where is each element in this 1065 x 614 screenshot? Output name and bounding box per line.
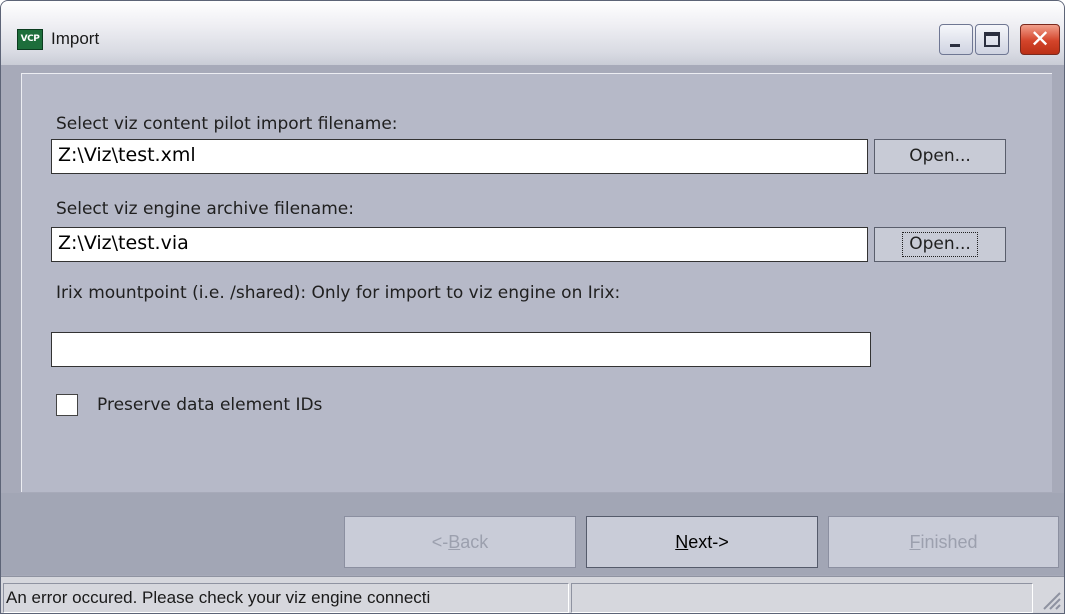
via-open-button[interactable]: Open... (874, 227, 1006, 262)
vcp-open-button[interactable]: Open... (874, 139, 1006, 174)
back-mnemonic: B (448, 532, 461, 552)
close-button[interactable]: ✕ (1020, 24, 1060, 55)
finished-mnemonic: F (909, 532, 921, 552)
status-message: An error occured. Please check your viz … (3, 583, 569, 613)
preserve-ids-checkbox[interactable] (56, 394, 78, 416)
import-window: VCP Import ✕ Select viz content pilot im… (0, 0, 1065, 614)
next-mnemonic: N (675, 532, 689, 552)
preserve-ids-label[interactable]: Preserve data element IDs (97, 395, 322, 415)
maximize-button[interactable] (975, 24, 1009, 55)
vcp-import-filename-input[interactable]: Z:\Viz\test.xml (51, 139, 868, 174)
next-button[interactable]: Next-> (586, 516, 818, 568)
maximize-icon (984, 32, 1000, 47)
back-prefix: <- (431, 532, 449, 552)
resize-grip-icon[interactable] (1036, 585, 1062, 611)
minimize-icon (950, 44, 960, 47)
via-open-button-label: Open... (902, 232, 978, 257)
via-archive-filename-input[interactable]: Z:\Viz\test.via (51, 227, 868, 262)
back-button[interactable]: <-Back (344, 516, 576, 568)
vcp-import-label: Select viz content pilot import filename… (56, 114, 398, 134)
irix-mountpoint-input[interactable] (51, 332, 871, 367)
vcp-open-button-label: Open... (909, 146, 971, 166)
status-secondary-pane (571, 583, 1033, 613)
back-rest: ack (460, 532, 489, 552)
next-rest: ext-> (688, 532, 729, 552)
window-title: Import (51, 29, 100, 48)
finished-button[interactable]: Finished (828, 516, 1059, 568)
finished-rest: inished (920, 532, 978, 552)
vcp-app-icon[interactable]: VCP (17, 29, 43, 50)
close-icon: ✕ (1029, 25, 1051, 53)
minimize-button[interactable] (939, 24, 973, 55)
via-archive-label: Select viz engine archive filename: (56, 199, 354, 219)
irix-mountpoint-label: Irix mountpoint (i.e. /shared): Only for… (56, 283, 621, 303)
title-bar[interactable]: VCP Import ✕ (1, 1, 1064, 65)
